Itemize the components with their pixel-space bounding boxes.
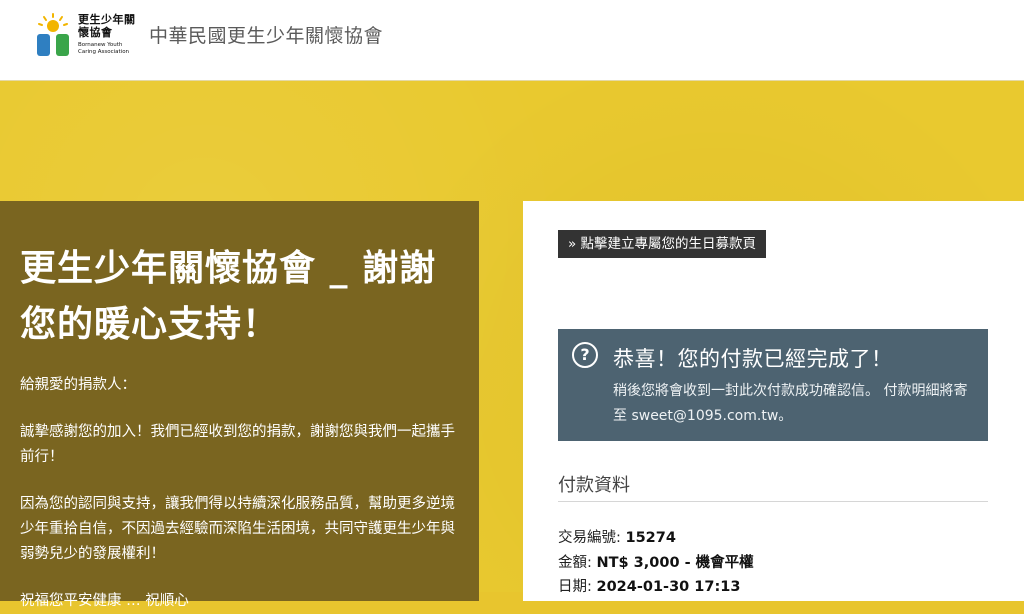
payment-result-panel: » 點擊建立專屬您的生日募款頁 ? 恭喜！您的付款已經完成了！ 稍後您將會收到一… (523, 201, 1024, 601)
question-circle-icon: ? (572, 342, 598, 368)
thanks-paragraph-2: 因為您的認同與支持，讓我們得以持續深化服務品質，幫助更多逆境少年重拾自信，不因過… (20, 496, 455, 562)
site-title[interactable]: 中華民國更生少年關懷協會 (149, 21, 383, 48)
site-logo[interactable]: 更生少年關懷協會 Bornanew Youth Caring Associati… (34, 12, 135, 62)
notice-body: 稍後您將會收到一封此次付款成功確認信。 付款明細將寄至 sweet@1095.c… (613, 383, 968, 424)
notice-title: 恭喜！您的付款已經完成了！ (613, 347, 893, 371)
thanks-paragraph-1: 誠摯感謝您的加入！我們已經收到您的捐款，謝謝您與我們一起攜手前行！ (20, 424, 455, 465)
payment-row-date: 日期: 2024-01-30 17:13 (558, 575, 740, 596)
thank-you-panel: 更生少年關懷協會 _ 謝謝您的暖心支持！ 給親愛的捐款人： 誠摯感謝您的加入！我… (0, 201, 479, 609)
logo-name-zh: 更生少年關懷協會 (78, 13, 136, 39)
payment-success-notice: ? 恭喜！您的付款已經完成了！ 稍後您將會收到一封此次付款成功確認信。 付款明細… (558, 329, 988, 441)
payment-row-value: 2024-01-30 17:13 (596, 579, 741, 595)
thank-you-title: 更生少年關懷協會 _ 謝謝您的暖心支持！ (20, 248, 437, 345)
create-birthday-fundraising-button[interactable]: » 點擊建立專屬您的生日募款頁 (558, 230, 767, 258)
payment-row-label: 金額: (558, 555, 592, 571)
payment-row-value: 15274 (625, 530, 676, 546)
greeting-text: 給親愛的捐款人： (20, 377, 136, 393)
thanks-paragraph-3: 祝福您平安健康 … 祝順心 (20, 593, 189, 609)
payment-row-transaction: 交易編號: 15274 (558, 526, 676, 547)
payment-row-label: 交易編號: (558, 530, 621, 546)
logo-name-en: Bornanew Youth Caring Association (78, 42, 130, 55)
logo-mark-icon (37, 13, 69, 56)
payment-info-heading: 付款資料 (558, 471, 988, 502)
payment-row-label: 日期: (558, 579, 592, 595)
site-header: 更生少年關懷協會 Bornanew Youth Caring Associati… (0, 0, 1024, 81)
payment-row-amount: 金額: NT$ 3,000 - 機會平權 (558, 551, 754, 572)
payment-row-value: NT$ 3,000 - 機會平權 (596, 555, 754, 571)
